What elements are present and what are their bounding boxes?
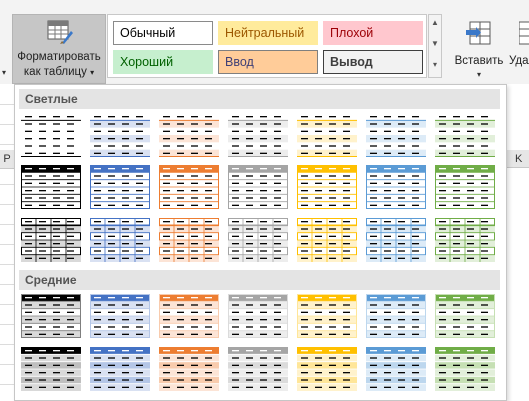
gridline xyxy=(0,344,14,345)
table-style-thumbnail[interactable] xyxy=(90,294,150,338)
section-header-light: Светлые xyxy=(19,89,500,109)
cell-style-output[interactable]: Вывод xyxy=(323,50,423,74)
table-style-thumbnail[interactable] xyxy=(159,113,219,157)
table-style-thumbnail[interactable] xyxy=(228,165,288,209)
table-style-thumbnail[interactable] xyxy=(228,347,288,391)
table-style-thumbnail[interactable] xyxy=(228,294,288,338)
table-style-thumbnail[interactable] xyxy=(159,218,219,262)
gridline xyxy=(0,204,14,205)
table-paintbrush-icon xyxy=(47,19,73,50)
table-style-thumbnail[interactable] xyxy=(159,347,219,391)
table-style-thumbnail[interactable] xyxy=(90,347,150,391)
table-style-thumbnail[interactable] xyxy=(435,218,495,262)
scroll-down-icon[interactable]: ▼ xyxy=(429,39,441,48)
scroll-up-icon[interactable]: ▲ xyxy=(429,18,441,27)
table-style-thumbnail[interactable] xyxy=(297,113,357,157)
gridline xyxy=(0,184,14,185)
format-as-table-label-line2: как таблицу ▾ xyxy=(23,66,95,78)
table-style-thumbnail[interactable] xyxy=(297,218,357,262)
cell-styles-gallery: Обычный Нейтральный Плохой Хороший Ввод … xyxy=(107,14,427,78)
chevron-down-icon: ▾ xyxy=(476,70,481,79)
table-style-thumbnail[interactable] xyxy=(297,294,357,338)
table-style-thumbnail[interactable] xyxy=(297,165,357,209)
column-header-left[interactable]: P xyxy=(0,150,14,169)
delete-label: Удалить xyxy=(509,55,529,67)
table-style-thumbnail[interactable] xyxy=(366,218,426,262)
insert-cells-icon xyxy=(466,20,492,53)
table-style-thumbnail[interactable] xyxy=(366,294,426,338)
table-style-thumbnail[interactable] xyxy=(90,165,150,209)
column-header-right[interactable]: K xyxy=(507,150,529,168)
table-style-thumbnail[interactable] xyxy=(435,347,495,391)
table-styles-dropdown: Светлые Средние xyxy=(14,84,507,401)
insert-button[interactable]: Вставить ▾ xyxy=(452,14,506,84)
gridline xyxy=(0,384,14,385)
table-style-thumbnail[interactable] xyxy=(90,113,150,157)
table-style-thumbnail[interactable] xyxy=(366,113,426,157)
gridline xyxy=(0,104,14,105)
section-header-medium: Средние xyxy=(19,270,500,290)
gridline xyxy=(0,284,14,285)
table-style-thumbnail[interactable] xyxy=(21,218,81,262)
worksheet-left-edge xyxy=(0,84,14,401)
table-style-thumbnail[interactable] xyxy=(228,113,288,157)
cell-style-neutral[interactable]: Нейтральный xyxy=(218,21,318,45)
styles-gallery-scroller: ▲ ▼ ▾ xyxy=(428,14,442,78)
table-style-thumbnail[interactable] xyxy=(435,113,495,157)
table-style-thumbnail[interactable] xyxy=(366,165,426,209)
table-style-thumbnail[interactable] xyxy=(366,347,426,391)
gridline xyxy=(0,224,14,225)
table-style-thumbnail[interactable] xyxy=(21,165,81,209)
table-style-thumbnail[interactable] xyxy=(159,294,219,338)
table-style-thumbnail[interactable] xyxy=(297,347,357,391)
table-style-thumbnail[interactable] xyxy=(90,218,150,262)
gridline xyxy=(0,304,14,305)
table-style-thumbnail[interactable] xyxy=(21,347,81,391)
cell-style-normal[interactable]: Обычный xyxy=(113,21,213,45)
delete-button[interactable]: Удалить xyxy=(507,14,529,84)
gridline xyxy=(0,124,14,125)
chevron-down-icon: ▾ xyxy=(90,68,95,77)
ribbon: ▾ Форматировать как таблицу ▾ Обычный Не… xyxy=(0,0,529,85)
format-as-table-button[interactable]: Форматировать как таблицу ▾ xyxy=(12,14,106,84)
table-style-thumbnail[interactable] xyxy=(21,294,81,338)
ribbon-group-caret[interactable]: ▾ xyxy=(2,68,6,77)
gridline xyxy=(0,244,14,245)
gridline xyxy=(0,324,14,325)
gridline xyxy=(0,144,14,145)
table-style-thumbnail[interactable] xyxy=(435,294,495,338)
table-style-thumbnail[interactable] xyxy=(228,218,288,262)
delete-cells-icon xyxy=(518,20,529,53)
gridline xyxy=(0,264,14,265)
table-style-thumbnail[interactable] xyxy=(159,165,219,209)
gridline xyxy=(0,364,14,365)
cell-style-input[interactable]: Ввод xyxy=(218,50,318,74)
insert-label: Вставить xyxy=(454,55,504,67)
cell-style-bad[interactable]: Плохой xyxy=(323,21,423,45)
format-as-table-label-line1: Форматировать xyxy=(17,51,101,63)
cell-style-good[interactable]: Хороший xyxy=(113,50,213,74)
table-style-thumbnail[interactable] xyxy=(435,165,495,209)
table-style-thumbnail[interactable] xyxy=(21,113,81,157)
worksheet-right-edge xyxy=(507,84,529,401)
expand-gallery-icon[interactable]: ▾ xyxy=(429,60,441,69)
